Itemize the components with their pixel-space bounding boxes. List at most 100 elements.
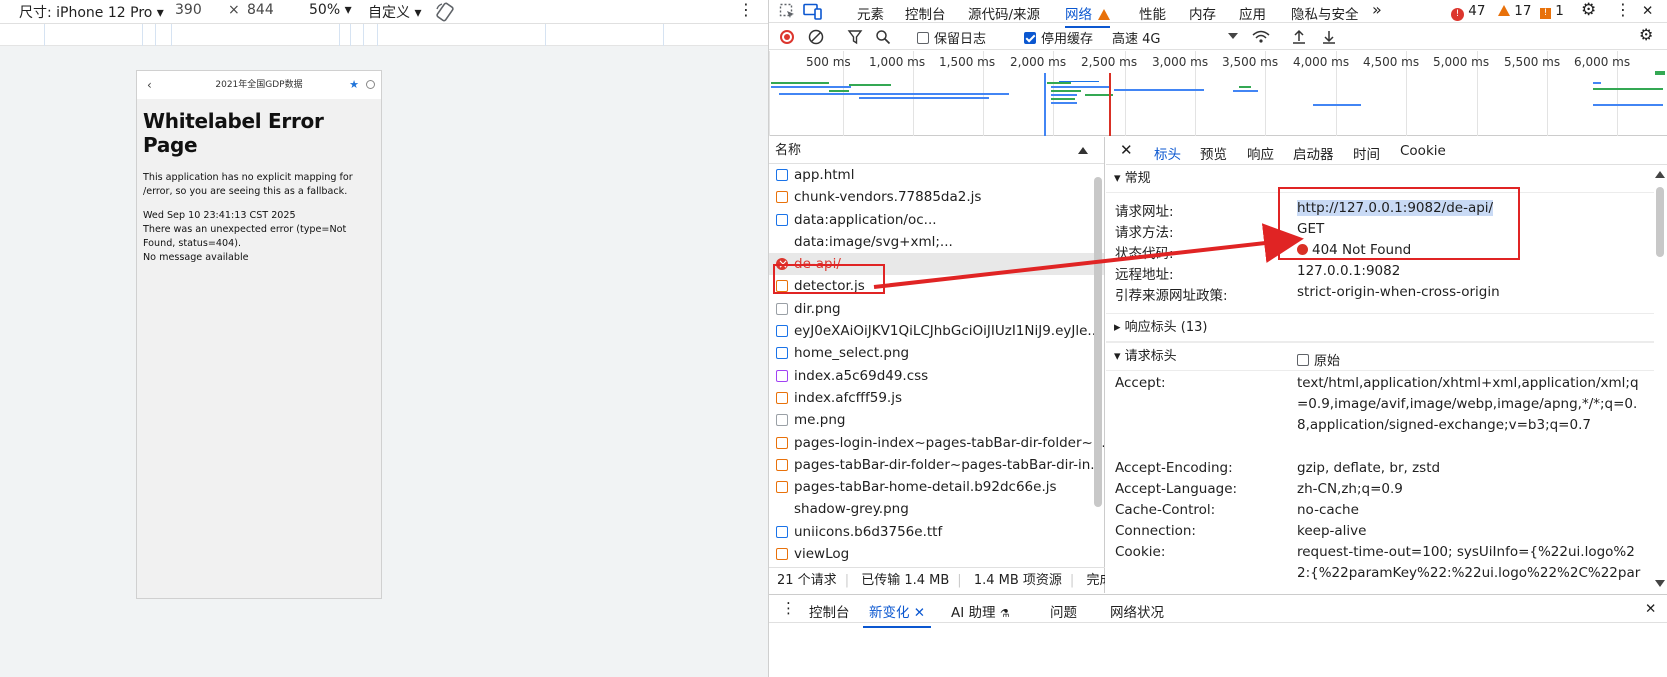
request-row[interactable]: shadow-grey.png xyxy=(769,498,1104,520)
drawer-tab-whats-new[interactable]: 新变化 ✕ xyxy=(862,601,932,628)
device-toolbar-icon[interactable] xyxy=(803,3,823,20)
preserve-log-checkbox[interactable]: 保留日志 xyxy=(917,28,986,47)
tab-application[interactable]: 应用 xyxy=(1239,3,1266,23)
drawer-tab-network-conditions[interactable]: 网络状况 xyxy=(1110,601,1164,621)
tab-cookie[interactable]: Cookie xyxy=(1400,143,1446,159)
details-scrollbar[interactable] xyxy=(1656,187,1664,257)
request-row[interactable]: data:image/svg+xml;... xyxy=(769,231,1104,253)
height-input[interactable]: 844 xyxy=(247,2,274,18)
more-tabs-icon[interactable]: » xyxy=(1372,0,1382,19)
network-conditions-icon[interactable] xyxy=(1252,29,1270,45)
scroll-down-icon[interactable] xyxy=(1655,580,1665,587)
timeline-tick: 5,000 ms xyxy=(1433,55,1490,69)
drawer-tab-bar: ⋮ 控制台 新变化 ✕ AI 助理 ⚗ 问题 网络状况 ✕ xyxy=(769,595,1667,628)
request-row[interactable]: me.png xyxy=(769,409,1104,431)
back-icon[interactable]: ‹ xyxy=(147,71,152,99)
warning-count[interactable]: 17 xyxy=(1496,3,1531,19)
throttle-dropdown[interactable]: 高速 4G xyxy=(1112,28,1160,47)
settings-gear-icon[interactable]: ⚙ xyxy=(1581,0,1596,20)
more-options-icon[interactable]: ⋮ xyxy=(738,0,754,19)
tab-sources[interactable]: 源代码/来源 xyxy=(968,3,1040,23)
throttle-chevron-down-icon[interactable] xyxy=(1228,33,1238,39)
import-har-icon[interactable] xyxy=(1291,29,1307,45)
close-tab-icon[interactable]: ✕ xyxy=(914,605,925,621)
request-row[interactable]: index.a5c69d49.css xyxy=(769,365,1104,387)
circle-icon[interactable] xyxy=(366,80,375,89)
request-list-scrollbar[interactable] xyxy=(1094,177,1102,507)
raw-checkbox[interactable] xyxy=(1297,354,1309,366)
request-row[interactable]: uniicons.b6d3756e.ttf xyxy=(769,521,1104,543)
name-column-header[interactable]: 名称 xyxy=(769,137,1104,164)
preserve-log-box[interactable] xyxy=(917,32,929,44)
request-row[interactable]: chunk-vendors.77885da2.js xyxy=(769,186,1104,208)
issue-count-text: 1 xyxy=(1555,3,1564,19)
zoom-select[interactable]: 50% ▾ xyxy=(309,2,352,18)
export-har-icon[interactable] xyxy=(1321,29,1337,45)
close-devtools-icon[interactable]: ✕ xyxy=(1642,3,1653,19)
request-name: index.a5c69d49.css xyxy=(794,367,929,384)
remote-address-value: 127.0.0.1:9082 xyxy=(1297,263,1401,279)
disable-cache-box[interactable] xyxy=(1024,32,1036,44)
tab-elements[interactable]: 元素 xyxy=(857,3,884,23)
disable-cache-checkbox[interactable]: 停用缓存 xyxy=(1024,28,1093,47)
request-row[interactable]: pages-login-index~pages-tabBar-dir-folde… xyxy=(769,432,1104,454)
script-icon xyxy=(776,391,788,404)
script-icon xyxy=(776,458,788,471)
request-row[interactable]: data:application/oc... xyxy=(769,209,1104,231)
request-name: app.html xyxy=(794,167,855,183)
star-icon[interactable]: ★ xyxy=(349,71,359,99)
inspect-element-icon[interactable] xyxy=(779,3,796,20)
tab-response[interactable]: 响应 xyxy=(1247,143,1274,163)
response-headers-section-header[interactable]: ▸ 响应标头 (13) xyxy=(1106,313,1654,343)
network-overview-timeline[interactable]: 500 ms 1,000 ms 1,500 ms 2,000 ms 2,500 … xyxy=(769,51,1667,136)
scroll-up-icon[interactable] xyxy=(1655,171,1665,178)
tab-console[interactable]: 控制台 xyxy=(905,3,946,23)
record-stop-icon[interactable] xyxy=(780,30,794,44)
sort-ascending-icon[interactable] xyxy=(1078,147,1088,154)
request-headers-section-header[interactable]: ▾ 请求标头 原始 xyxy=(1106,342,1654,372)
request-name: dir.png xyxy=(794,300,841,317)
error-page-title: Whitelabel Error Page xyxy=(143,109,324,157)
request-name: eyJ0eXAiOiJKV1QiLCJhbGciOiJIUzI1NiJ9.eyJ… xyxy=(794,323,1101,340)
close-drawer-icon[interactable]: ✕ xyxy=(1645,601,1656,617)
tab-initiator[interactable]: 启动器 xyxy=(1293,143,1334,163)
customize-kebab-icon[interactable]: ⋮ xyxy=(1615,0,1631,19)
clear-icon[interactable] xyxy=(808,29,824,45)
drawer-tab-issues[interactable]: 问题 xyxy=(1050,601,1077,621)
request-name: pages-login-index~pages-tabBar-dir-folde… xyxy=(794,434,1104,451)
tab-performance[interactable]: 性能 xyxy=(1139,3,1166,23)
tab-privacy-security[interactable]: 隐私与安全 xyxy=(1291,3,1359,23)
error-count[interactable]: ! 47 xyxy=(1451,3,1485,21)
throttle-select[interactable]: 自定义 ▾ xyxy=(368,2,421,22)
media-query-ruler[interactable] xyxy=(0,24,768,46)
connection-key: Connection: xyxy=(1115,523,1196,539)
device-select[interactable]: 尺寸: iPhone 12 Pro ▾ xyxy=(19,2,164,22)
request-row[interactable]: home_select.png xyxy=(769,342,1104,364)
request-row[interactable]: pages-tabBar-home-detail.b92dc66e.js xyxy=(769,476,1104,498)
tab-network[interactable]: 网络 xyxy=(1065,3,1111,28)
request-row[interactable]: index.afcfff59.js xyxy=(769,387,1104,409)
search-icon[interactable] xyxy=(875,29,891,45)
request-row[interactable]: dir.png xyxy=(769,298,1104,320)
width-input[interactable]: 390 xyxy=(175,2,202,18)
tab-timing[interactable]: 时间 xyxy=(1353,143,1380,163)
request-row[interactable]: pages-tabBar-dir-folder~pages-tabBar-dir… xyxy=(769,454,1104,476)
rotate-icon[interactable] xyxy=(434,1,456,23)
drawer-tab-ai-assistance[interactable]: AI 助理 ⚗ xyxy=(951,601,1010,621)
issue-count[interactable]: ! 1 xyxy=(1540,3,1564,19)
request-method-key: 请求方法: xyxy=(1115,225,1174,241)
drawer-menu-kebab-icon[interactable]: ⋮ xyxy=(781,599,796,617)
request-row[interactable]: app.html xyxy=(769,164,1104,186)
tab-headers[interactable]: 标头 xyxy=(1150,143,1185,171)
request-row[interactable]: viewLog xyxy=(769,543,1104,565)
network-settings-gear-icon[interactable]: ⚙ xyxy=(1639,25,1653,44)
timeline-tick: 2,500 ms xyxy=(1081,55,1138,69)
raw-toggle[interactable]: 原始 xyxy=(1297,350,1340,369)
close-details-icon[interactable]: ✕ xyxy=(1120,141,1133,159)
tab-preview[interactable]: 预览 xyxy=(1200,143,1227,163)
name-column-label: 名称 xyxy=(775,143,802,158)
tab-memory[interactable]: 内存 xyxy=(1189,3,1216,23)
filter-icon[interactable] xyxy=(847,29,863,45)
request-row[interactable]: eyJ0eXAiOiJKV1QiLCJhbGciOiJIUzI1NiJ9.eyJ… xyxy=(769,320,1104,342)
drawer-tab-console[interactable]: 控制台 xyxy=(809,601,850,621)
